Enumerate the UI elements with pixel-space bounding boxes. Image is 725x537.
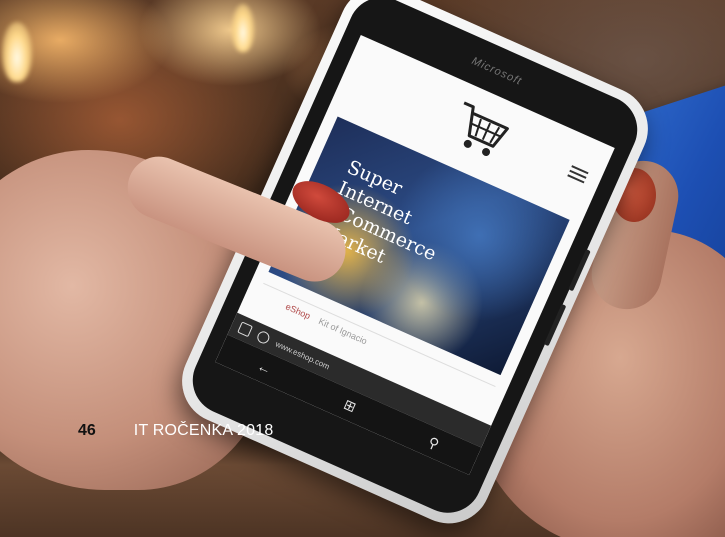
page-number: 46 (78, 422, 96, 439)
tabs-icon[interactable] (237, 321, 254, 338)
home-icon[interactable]: ⊞ (341, 395, 359, 415)
candle-glow (2, 22, 32, 82)
back-arrow-icon[interactable]: ← (255, 357, 274, 377)
candle-glow (232, 4, 254, 52)
menu-icon[interactable] (566, 162, 590, 186)
cart-icon (463, 101, 509, 156)
refresh-icon[interactable] (255, 329, 272, 346)
tab-eshop[interactable]: eShop (284, 301, 312, 321)
page-caption: 46 IT ROČENKA 2018 (78, 422, 273, 440)
publication-title: IT ROČENKA 2018 (133, 422, 274, 439)
background-photo: Microsoft Super Internet eCommerce Marke… (0, 0, 725, 537)
tab-kit[interactable]: Kit of Ignacio (317, 316, 369, 346)
search-icon[interactable]: ⚲ (426, 433, 442, 453)
